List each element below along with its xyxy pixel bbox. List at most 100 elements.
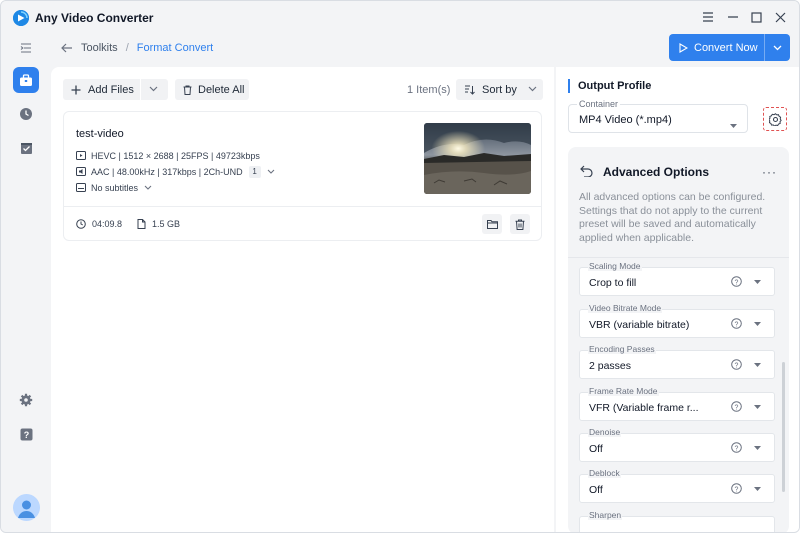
option-label: Deblock <box>588 468 621 478</box>
container-value: MP4 Video (*.mp4) <box>579 114 672 126</box>
option-value: Crop to fill <box>589 277 637 289</box>
encoding-passes-select[interactable]: Encoding Passes 2 passes ? <box>579 344 775 379</box>
app-title: Any Video Converter <box>35 11 154 25</box>
left-sidebar: ? <box>1 35 51 532</box>
option-label: Frame Rate Mode <box>588 386 659 396</box>
sort-icon <box>464 85 475 95</box>
breadcrumb-current: Format Convert <box>136 42 214 54</box>
advanced-divider <box>568 257 789 258</box>
add-files-button[interactable]: Add Files <box>63 79 168 100</box>
video-bitrate-mode-select[interactable]: Video Bitrate Mode VBR (variable bitrate… <box>579 303 775 338</box>
file-name: test-video <box>76 128 124 140</box>
option-label: Sharpen <box>588 510 623 520</box>
svg-text:?: ? <box>735 445 739 452</box>
hamburger-icon[interactable] <box>701 10 715 24</box>
container-label: Container <box>577 99 621 109</box>
chevron-down-icon[interactable] <box>267 169 275 174</box>
file-size: 1.5 GB <box>137 219 180 229</box>
duration-value: 04:09.8 <box>92 219 123 229</box>
convert-now-main[interactable]: Convert Now <box>669 34 764 61</box>
help-circle-icon: ? <box>731 483 742 494</box>
avatar[interactable] <box>13 494 40 521</box>
help-circle-icon: ? <box>731 276 742 287</box>
caret-down-icon <box>754 322 761 326</box>
history-icon[interactable] <box>13 101 39 127</box>
deblock-select[interactable]: Deblock Off ? <box>579 468 775 503</box>
minimize-icon[interactable] <box>726 10 740 24</box>
maximize-icon[interactable] <box>749 10 763 24</box>
option-label: Encoding Passes <box>588 344 656 354</box>
video-thumbnail[interactable] <box>424 123 531 194</box>
advanced-options-title: Advanced Options <box>603 165 710 179</box>
audio-track-count: 1 <box>248 165 261 178</box>
scrollbar[interactable] <box>782 362 785 492</box>
svg-text:?: ? <box>735 321 739 328</box>
svg-text:?: ? <box>23 430 29 440</box>
option-label: Scaling Mode <box>588 261 642 271</box>
svg-text:?: ? <box>735 404 739 411</box>
output-profile-title: Output Profile <box>568 79 651 93</box>
back-arrow-icon[interactable] <box>61 43 73 53</box>
sort-by-label: Sort by <box>482 83 517 96</box>
delete-all-button[interactable]: Delete All <box>175 79 249 100</box>
convert-options-dropdown[interactable] <box>765 34 790 61</box>
add-files-label: Add Files <box>88 83 134 96</box>
undo-icon[interactable] <box>580 165 593 180</box>
item-count: 1 Item(s) <box>407 84 451 96</box>
toolkits-icon[interactable] <box>13 67 39 93</box>
collapse-sidebar-icon[interactable] <box>13 35 39 61</box>
subtitle-icon <box>76 183 86 193</box>
tasks-icon[interactable] <box>13 135 39 161</box>
clock-icon <box>76 219 86 229</box>
breadcrumb-separator: / <box>125 42 129 54</box>
svg-text:?: ? <box>735 362 739 369</box>
video-icon <box>76 151 86 161</box>
help-circle-icon: ? <box>731 442 742 453</box>
option-label: Denoise <box>588 427 622 437</box>
settings-icon[interactable] <box>13 387 39 413</box>
duration: 04:09.8 <box>76 219 122 229</box>
chevron-down-icon <box>773 45 782 50</box>
delete-file-button[interactable] <box>510 214 530 234</box>
caret-down-icon <box>754 446 761 450</box>
help-icon[interactable]: ? <box>13 421 39 447</box>
card-divider <box>64 206 541 207</box>
gear-icon <box>768 112 782 126</box>
app-logo-icon <box>13 10 29 26</box>
denoise-select[interactable]: Denoise Off ? <box>579 427 775 462</box>
option-label: Video Bitrate Mode <box>588 303 663 313</box>
scaling-mode-select[interactable]: Scaling Mode Crop to fill ? <box>579 261 775 296</box>
chevron-down-icon <box>528 86 537 92</box>
chevron-down-icon[interactable] <box>144 185 152 190</box>
breadcrumb: Toolkits / Format Convert <box>61 41 213 55</box>
caret-down-icon <box>730 117 737 131</box>
advanced-options-panel: Advanced Options ··· All advanced option… <box>568 147 789 532</box>
trash-icon <box>515 219 525 230</box>
subtitle-info: No subtitles <box>91 182 139 193</box>
convert-now-button[interactable]: Convert Now <box>669 34 790 61</box>
plus-icon <box>71 85 81 95</box>
file-size-value: 1.5 GB <box>152 219 181 229</box>
close-icon[interactable] <box>773 10 787 24</box>
container-select[interactable]: Container MP4 Video (*.mp4) <box>568 99 748 133</box>
subtitle-row[interactable]: No subtitles <box>76 181 152 194</box>
breadcrumb-parent[interactable]: Toolkits <box>81 42 118 54</box>
video-info: HEVC | 1512 × 2688 | 25FPS | 49723kbps <box>91 150 260 161</box>
option-value: VBR (variable bitrate) <box>589 319 690 331</box>
file-card[interactable]: test-video HEVC | 1512 × 2688 | 25FPS | … <box>63 111 542 241</box>
option-value: VFR (Variable frame r... <box>589 402 699 414</box>
open-folder-button[interactable] <box>482 214 502 234</box>
frame-rate-mode-select[interactable]: Frame Rate Mode VFR (Variable frame r...… <box>579 386 775 421</box>
chevron-down-icon[interactable] <box>149 86 158 92</box>
option-value: Off <box>589 484 603 496</box>
more-options-icon[interactable]: ··· <box>762 165 777 179</box>
svg-text:?: ? <box>735 279 739 286</box>
caret-down-icon <box>754 363 761 367</box>
sort-by-button[interactable]: Sort by <box>456 79 543 100</box>
option-value: 2 passes <box>589 360 632 372</box>
profile-settings-button[interactable] <box>763 107 787 131</box>
sharpen-select[interactable]: Sharpen <box>579 510 775 532</box>
convert-now-label: Convert Now <box>694 41 758 54</box>
caret-down-icon <box>754 280 761 284</box>
audio-info: AAC | 48.00kHz | 317kbps | 2Ch-UND <box>91 166 243 177</box>
